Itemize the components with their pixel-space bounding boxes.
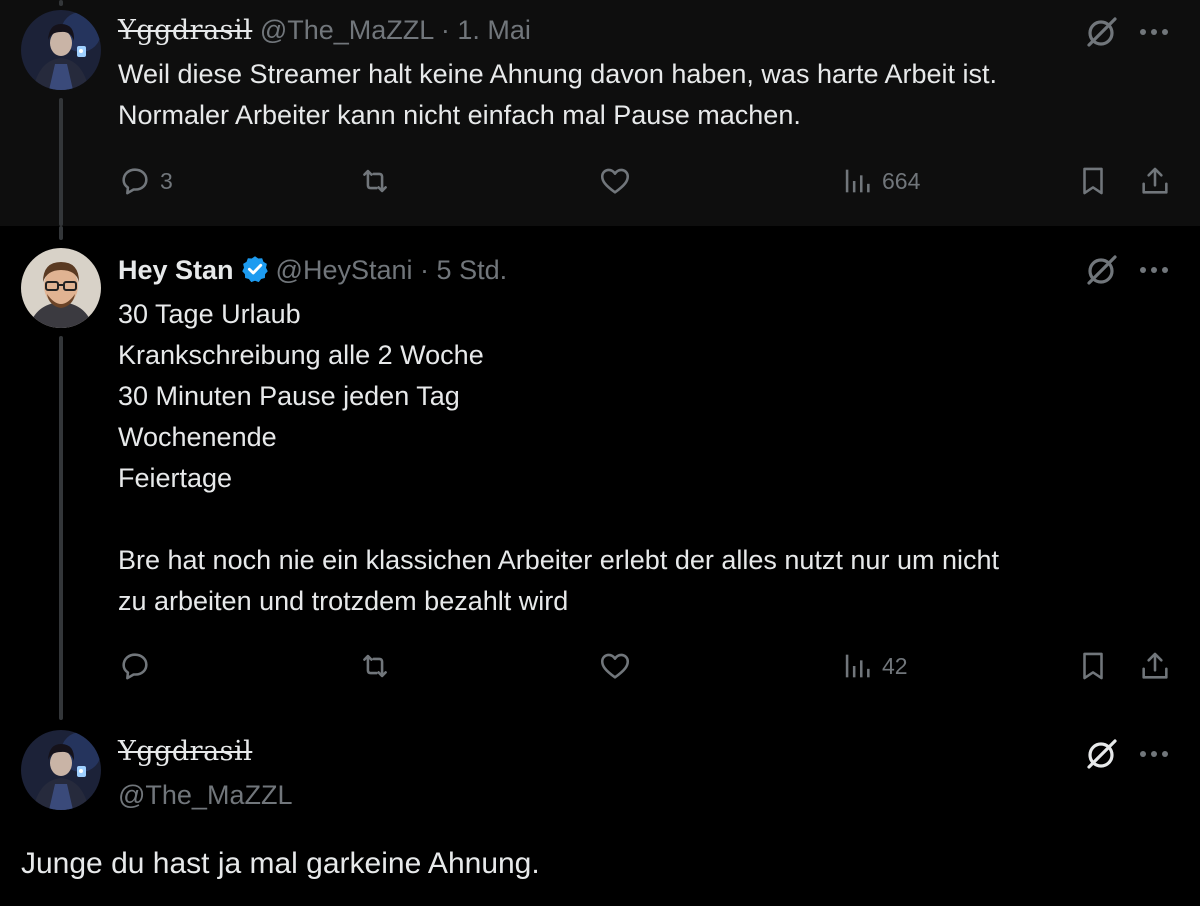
tweet-2[interactable]: Hey Stan @HeyStani · 5 Std. 30 Tage Urlau… (0, 226, 1200, 720)
tweet-header: Hey Stan @HeyStani · 5 Std. (118, 253, 507, 292)
display-name[interactable]: Hey Stan (118, 255, 234, 285)
like-button[interactable] (598, 646, 632, 686)
handle-line: @The_MaZZL (118, 778, 292, 812)
avatar[interactable] (21, 248, 101, 328)
handle[interactable]: @The_MaZZL (260, 15, 433, 45)
heart-icon (600, 168, 630, 194)
bookmark-button[interactable] (1076, 646, 1110, 686)
tweet-1[interactable]: Yggdrasil @The_MaZZL · 1. Mai Weil diese… (0, 0, 1200, 226)
heart-icon (600, 653, 630, 679)
views-icon (845, 169, 870, 193)
thread-line (59, 98, 63, 226)
share-button[interactable] (1138, 646, 1172, 686)
handle[interactable]: @The_MaZZL (118, 780, 292, 810)
tweet-text: Junge du hast ja mal garkeine Ahnung. (21, 847, 540, 880)
reply-button[interactable] (118, 646, 160, 686)
bookmark-button[interactable] (1076, 161, 1110, 201)
separator-dot: · (440, 15, 450, 45)
tweet-text: 30 Tage Urlaub Krankschreibung alle 2 Wo… (118, 299, 999, 616)
display-name[interactable]: Yggdrasil (118, 736, 252, 767)
reply-button[interactable]: 3 (118, 161, 173, 201)
bookmark-icon (1083, 652, 1103, 680)
avatar[interactable] (21, 10, 101, 90)
more-icon[interactable] (1136, 20, 1172, 49)
share-button[interactable] (1138, 161, 1172, 201)
more-icon[interactable] (1136, 742, 1172, 771)
action-bar: 42 (118, 646, 1180, 686)
thread-line (59, 336, 63, 720)
avatar[interactable] (21, 730, 101, 810)
views-count: 664 (882, 167, 921, 194)
share-icon (1142, 167, 1168, 194)
grok-icon[interactable] (1084, 736, 1120, 777)
grok-icon[interactable] (1084, 14, 1120, 55)
tweet-text: Weil diese Streamer halt keine Ahnung da… (118, 59, 998, 130)
display-name[interactable]: Yggdrasil (118, 15, 252, 46)
tweet-3-focused[interactable]: Yggdrasil @The_MaZZL Junge du hast ja ma… (0, 720, 1200, 906)
bookmark-icon (1083, 167, 1103, 195)
thread-line (59, 226, 63, 240)
views-count: 42 (882, 652, 908, 679)
thread-line (59, 0, 63, 6)
reply-icon (122, 168, 148, 195)
action-bar: 3 664 (118, 161, 1180, 201)
timestamp[interactable]: 5 Std. (437, 255, 508, 285)
verified-badge-icon (240, 254, 270, 292)
repost-icon (363, 169, 387, 193)
share-icon (1142, 652, 1168, 679)
repost-button[interactable] (358, 646, 392, 686)
tweet-header: Yggdrasil (118, 734, 252, 769)
timestamp[interactable]: 1. Mai (457, 15, 531, 45)
like-button[interactable] (598, 161, 632, 201)
reply-icon (122, 653, 148, 680)
repost-button[interactable] (358, 161, 392, 201)
views-icon (845, 654, 870, 678)
grok-icon[interactable] (1084, 252, 1120, 293)
separator-dot: · (420, 255, 430, 285)
views-button[interactable]: 664 (840, 161, 920, 201)
reply-count: 3 (160, 167, 173, 194)
handle[interactable]: @HeyStani (276, 255, 413, 285)
more-icon[interactable] (1136, 258, 1172, 287)
tweet-header: Yggdrasil @The_MaZZL · 1. Mai (118, 13, 531, 48)
views-button[interactable]: 42 (840, 646, 908, 686)
repost-icon (363, 654, 387, 678)
